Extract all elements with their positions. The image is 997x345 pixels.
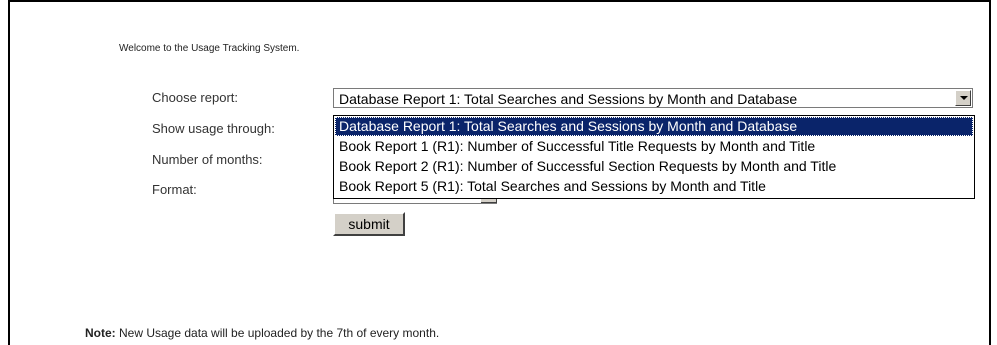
report-option[interactable]: Book Report 5 (R1): Total Searches and S… — [335, 177, 973, 196]
frame-left-border — [8, 0, 10, 345]
chevron-down-icon — [960, 96, 968, 100]
choose-report-label: Choose report: — [152, 90, 238, 105]
note-text: New Usage data will be uploaded by the 7… — [115, 326, 440, 340]
number-of-months-label: Number of months: — [152, 152, 263, 167]
upload-note: Note: New Usage data will be uploaded by… — [85, 326, 439, 340]
report-option[interactable]: Book Report 1 (R1): Number of Successful… — [335, 137, 973, 156]
show-usage-through-label: Show usage through: — [152, 121, 275, 136]
format-label: Format: — [152, 182, 197, 197]
report-select-value: Database Report 1: Total Searches and Se… — [339, 91, 798, 107]
report-select-dropdown-button[interactable] — [955, 90, 971, 106]
report-select[interactable]: Database Report 1: Total Searches and Se… — [333, 88, 973, 108]
welcome-text: Welcome to the Usage Tracking System. — [119, 43, 300, 54]
frame-top-border — [8, 0, 991, 2]
report-dropdown-list[interactable]: Database Report 1: Total Searches and Se… — [333, 115, 975, 199]
note-prefix: Note: — [85, 326, 116, 340]
submit-button[interactable]: submit — [333, 212, 405, 236]
report-option[interactable]: Book Report 2 (R1): Number of Successful… — [335, 157, 973, 176]
report-option[interactable]: Database Report 1: Total Searches and Se… — [335, 117, 973, 136]
frame-right-border — [989, 0, 991, 345]
page-frame: Welcome to the Usage Tracking System. Ch… — [0, 0, 997, 345]
